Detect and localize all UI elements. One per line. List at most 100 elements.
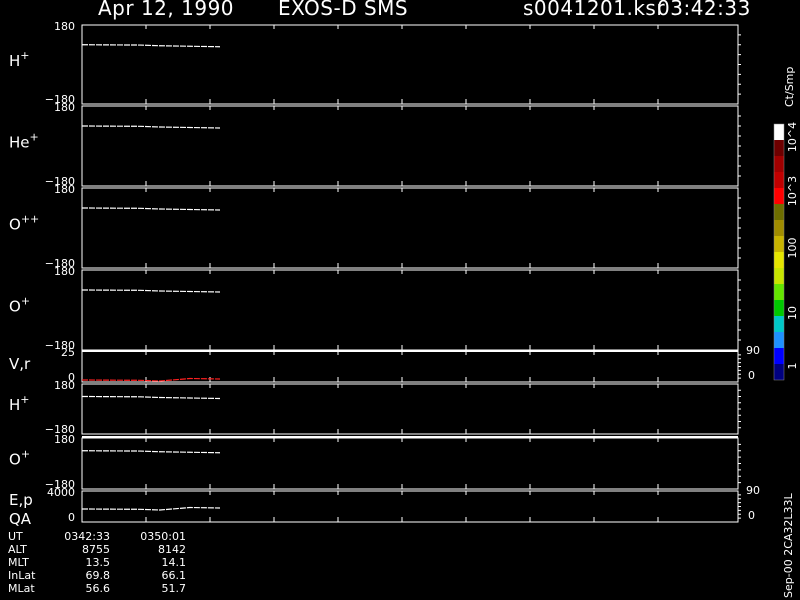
y-axis-top-label: 180 [54,433,75,446]
y-axis-right-bottom-label: 0 [748,509,755,522]
orbit-row-mlat: MLat 56.6 51.7 [8,582,186,595]
colorbar-segment [774,332,784,348]
colorbar-segment [774,188,784,204]
panel-h-plus-label: H+ [9,49,30,70]
colorbar-segment [774,252,784,268]
plot-canvas: 180−180H+180−180He+180−180O++180−180O+25… [9,20,799,528]
colorbar-segment [774,124,784,140]
file-name: s0041201.ksr [523,0,666,20]
colorbar-title: Ct/Smp [783,66,796,107]
panel-label-superscript: + [21,295,30,308]
panel-label-superscript: + [21,448,30,461]
colorbar-tick-label: 10^4 [786,122,799,152]
instrument-name: EXOS-D SMS [278,0,409,20]
panel-vr-frame [81,350,739,383]
orbit-label: MLT [8,556,29,569]
orbit-value-start: 56.6 [85,582,111,595]
colorbar-tick-label: 100 [786,238,799,259]
panel-label-superscript: + [20,393,29,406]
panel-h-plus-2-label: H+ [9,393,30,414]
colorbar-segment [774,284,784,300]
data-trace [81,395,221,400]
orbit-value-end: 0350:01 [140,530,186,543]
y-axis-right-top-label: 90 [746,484,760,497]
y-axis-top-label: 180 [54,379,75,392]
orbit-value-end: 51.7 [161,582,187,595]
data-trace [81,450,221,454]
panel-label-base: E,p [9,491,33,509]
panel-label-base: O [9,298,21,316]
panel-ep-qa-frame [81,490,739,523]
orbit-row-alt: ALT 8755 8142 [8,543,186,556]
y-axis-top-label: 180 [54,183,75,196]
orbit-value-start: 0342:33 [64,530,110,543]
orbit-value-start: 8755 [82,543,110,556]
colorbar-segment [774,204,784,220]
y-axis-bottom-label: 0 [68,511,75,524]
data-trace [81,44,221,48]
y-axis-top-label: 180 [54,265,75,278]
orbit-value-end: 66.1 [161,569,187,582]
colorbar-segment [774,220,784,236]
colorbar-tick-label: 10^3 [786,176,799,206]
y-axis-top-label: 180 [54,20,75,33]
colorbar-segment [774,156,784,172]
panel-label-superscript: ++ [21,213,39,226]
y-axis-right-top-label: 90 [746,344,760,357]
panel-he-plus-label: He+ [9,131,39,152]
panel-h-plus-frame [81,24,739,105]
orbit-value-end: 14.1 [161,556,187,569]
y-axis-top-label: 180 [54,101,75,114]
colorbar-segment [774,364,784,380]
panel-label-superscript: + [20,49,29,62]
panel-label-base: He [9,134,30,152]
panel-label-base: O [9,451,21,469]
panel-label-superscript: + [30,131,39,144]
sms-plot-window: 180 −180 H+ 180 −180 He+ 180 −180 O++ 180 −180 O+ 25… [0,0,800,600]
panel-label-base: O [9,216,21,234]
data-trace [81,506,221,511]
orbit-label: MLat [8,582,35,595]
panel-o-plusplus-label: O++ [9,213,39,234]
data-trace [81,207,221,211]
colorbar-segment [774,300,784,316]
colorbar-segment [774,172,784,188]
orbit-row-inlat: InLat 69.8 66.1 [8,569,186,582]
orbit-value-end: 8142 [158,543,186,556]
colorbar-segment [774,236,784,252]
colorbar-tick-label: 1 [786,363,799,370]
plot-time: 03:42:33 [657,0,751,20]
colorbar-segment [774,348,784,364]
data-trace [81,125,221,129]
y-axis-top-label: 4000 [47,486,75,499]
panel-label-secondary: QA [9,510,32,528]
colorbar-tick-label: 10 [786,306,799,320]
panel-o-plus-label: O+ [9,295,30,316]
panel-vr-label: V,r [9,355,31,373]
panel-o-plus-frame [81,269,739,351]
plot-date: Apr 12, 1990 [98,0,235,20]
panel-o-plus-2-frame [81,437,739,490]
data-trace [81,377,221,382]
orbit-label: ALT [8,543,27,556]
panel-label-base: H [9,396,20,414]
panel-label-base: H [9,52,20,70]
panel-ep-qa-label: E,p [9,491,33,509]
data-trace [81,289,221,293]
colorbar-segment [774,140,784,156]
y-axis-right-bottom-label: 0 [748,369,755,382]
orbit-label: UT [8,530,23,543]
orbit-info-table: UT 0342:33 0350:01 ALT 8755 8142 MLT 13.5 14.1… [8,530,186,595]
panel-he-plus-frame [81,105,739,187]
orbit-value-start: 13.5 [85,556,111,569]
y-axis-top-label: 25 [61,346,75,359]
dataset-id: Sep-00 2CA32L33L [782,493,795,598]
orbit-label: InLat [8,569,36,582]
panel-o-plus-2-label: O+ [9,448,30,469]
orbit-value-start: 69.8 [85,569,111,582]
orbit-row-ut: UT 0342:33 0350:01 [8,530,186,543]
panel-label-base: V,r [9,355,31,373]
panel-o-plusplus-frame [81,187,739,269]
colorbar-segment [774,316,784,332]
colorbar-segment [774,268,784,284]
